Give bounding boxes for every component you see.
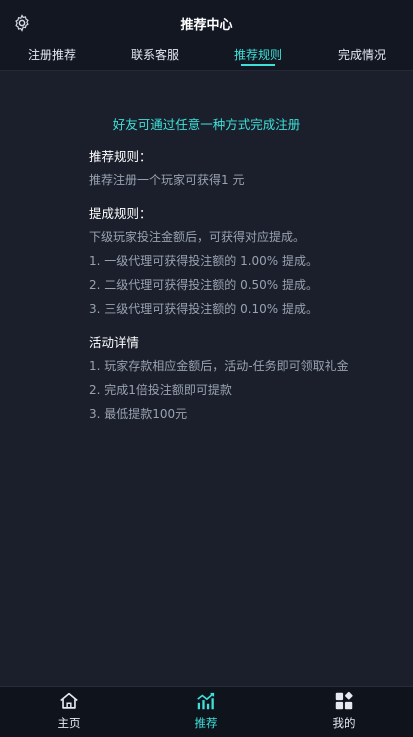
- rule-line: 3. 最低提款100元: [89, 407, 188, 421]
- section-referral-rules: 推荐规则： 推荐注册一个玩家可获得1 元: [89, 146, 244, 189]
- rule-line: 1. 一级代理可获得投注额的 1.00% 提成。: [89, 254, 319, 268]
- rule-line: 2. 二级代理可获得投注额的 0.50% 提成。: [89, 278, 319, 292]
- chart-trend-icon: [176, 689, 236, 713]
- grid-apps-icon: [314, 689, 374, 713]
- section-activity-details: 活动详情 1. 玩家存款相应金额后，活动-任务即可领取礼金 2. 完成1倍投注额…: [89, 332, 349, 423]
- header-bar: 推荐中心: [0, 0, 413, 48]
- tab-customer-service[interactable]: 联系客服: [131, 46, 179, 63]
- tab-completion-status[interactable]: 完成情况: [338, 46, 386, 63]
- headline: 好友可通过任意一种方式完成注册: [112, 117, 301, 132]
- nav-label: 推荐: [194, 716, 218, 730]
- nav-home[interactable]: 主页: [39, 689, 99, 731]
- nav-label: 主页: [57, 716, 81, 730]
- rule-line: 1. 玩家存款相应金额后，活动-任务即可领取礼金: [89, 359, 349, 373]
- nav-mine[interactable]: 我的: [314, 689, 374, 731]
- active-tab-indicator: [241, 64, 275, 66]
- rule-line: 下级玩家投注金额后，可获得对应提成。: [89, 230, 306, 244]
- nav-referral[interactable]: 推荐: [176, 689, 236, 731]
- tab-register-referral[interactable]: 注册推荐: [28, 46, 76, 63]
- section-title: 活动详情: [89, 335, 140, 350]
- bottom-nav: 主页 推荐 我的: [0, 686, 413, 737]
- rule-line: 推荐注册一个玩家可获得1 元: [89, 173, 245, 187]
- rule-line: 3. 三级代理可获得投注额的 0.10% 提成。: [89, 302, 319, 316]
- page-title: 推荐中心: [180, 18, 233, 33]
- section-title: 提成规则：: [89, 206, 152, 221]
- section-title: 推荐规则：: [89, 149, 152, 164]
- home-icon: [39, 689, 99, 713]
- tab-bar: 注册推荐 联系客服 推荐规则 完成情况: [0, 42, 413, 71]
- nav-label: 我的: [332, 716, 356, 730]
- section-commission-rules: 提成规则： 下级玩家投注金额后，可获得对应提成。 1. 一级代理可获得投注额的 …: [89, 203, 318, 318]
- tab-referral-rules[interactable]: 推荐规则: [234, 46, 282, 63]
- rule-line: 2. 完成1倍投注额即可提款: [89, 383, 232, 397]
